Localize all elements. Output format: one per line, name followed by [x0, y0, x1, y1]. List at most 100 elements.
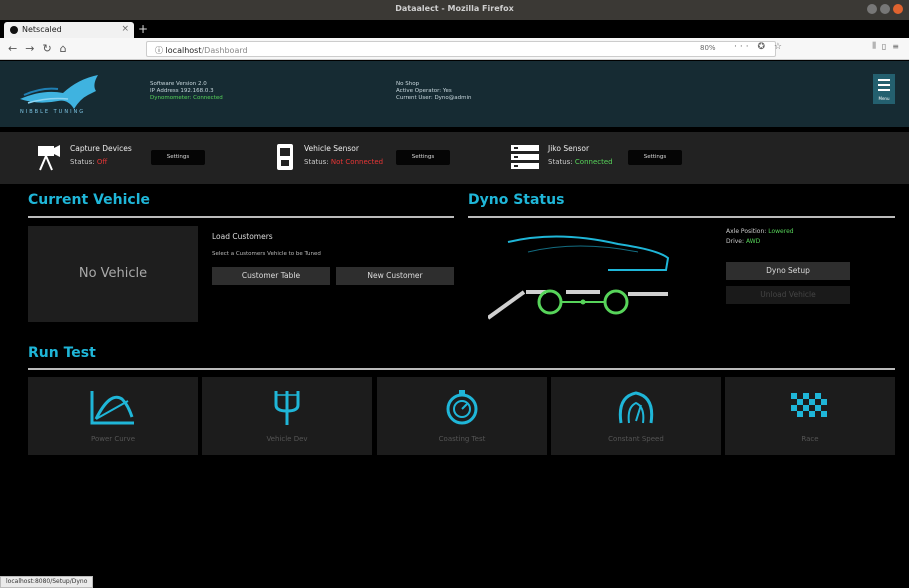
section-divider: [28, 216, 454, 218]
checkered-flag-icon: [791, 393, 827, 417]
url-path: /Dashboard: [201, 46, 248, 55]
dyno-diagram-icon: [488, 235, 670, 320]
nav-controls: ← → ↻ ⌂: [8, 42, 67, 55]
reload-icon[interactable]: ↻: [42, 42, 51, 55]
info-line: No Shop: [396, 81, 420, 87]
tab-title: Netscaled: [22, 25, 62, 34]
section-divider: [468, 216, 895, 218]
app-window: Dataalect - Mozilla Firefox Netscaled × …: [0, 0, 909, 588]
window-title: Dataalect - Mozilla Firefox: [395, 4, 514, 13]
jiko-settings-button[interactable]: Settings: [628, 150, 682, 165]
new-tab-icon[interactable]: +: [138, 22, 148, 36]
load-customers-title: Load Customers: [212, 232, 273, 241]
info-line: Active Operator: Yes: [396, 88, 452, 94]
axle-position: Axle Position: Lowered: [726, 228, 794, 235]
menu-label: Menu: [878, 96, 890, 101]
status-bar-url: localhost:8080/Setup/Dyno: [0, 576, 94, 588]
zoom-level[interactable]: 80%: [700, 44, 716, 52]
status-label: Status:: [304, 158, 329, 166]
info-line: Current User: Dyno@admin: [396, 95, 472, 101]
sensor-status: Status: Connected: [548, 158, 613, 166]
load-customers-subtitle: Select a Customers Vehicle to be Tuned: [212, 251, 321, 257]
run-test-title: Run Test: [28, 345, 96, 361]
test-tile-power-curve[interactable]: Power Curve: [28, 377, 198, 455]
test-tile-race[interactable]: Race: [725, 377, 895, 455]
hamburger-icon[interactable]: ≡: [892, 42, 899, 51]
home-icon[interactable]: ⌂: [60, 42, 67, 55]
logo-text: NIBBLE TUNING: [20, 109, 86, 115]
sensor-name: Vehicle Sensor: [304, 144, 359, 153]
capture-settings-button[interactable]: Settings: [151, 150, 205, 165]
status-value: Not Connected: [330, 158, 384, 166]
sensor-status: Status: Off: [70, 158, 107, 166]
no-vehicle-placeholder: No Vehicle: [28, 226, 198, 322]
menu-button[interactable]: Menu: [873, 74, 895, 104]
dyno-status-title: Dyno Status: [468, 192, 565, 208]
os-titlebar: Dataalect - Mozilla Firefox: [0, 0, 909, 20]
url-host: localhost: [165, 46, 202, 55]
minimize-button[interactable]: [867, 4, 877, 14]
tile-label: Vehicle Dev: [266, 435, 308, 443]
test-tile-constant-speed[interactable]: Constant Speed: [551, 377, 721, 455]
axle-label: Axle Position:: [726, 228, 767, 235]
window-controls: [867, 4, 903, 14]
drive-type: Drive: AWD: [726, 238, 760, 245]
menu-bar-icon: [878, 84, 890, 86]
close-window-button[interactable]: [893, 4, 903, 14]
sensor-name: Capture Devices: [70, 144, 132, 153]
info-line: Dynomometer: Connected: [150, 95, 223, 101]
forward-icon[interactable]: →: [25, 42, 34, 55]
camera-tripod-icon: [38, 145, 60, 171]
status-label: Status:: [548, 158, 573, 166]
status-value: Off: [96, 158, 108, 166]
test-tile-vehicle-dev[interactable]: Vehicle Dev: [202, 377, 372, 455]
section-divider: [28, 368, 895, 370]
unload-vehicle-button[interactable]: Unload Vehicle: [726, 286, 850, 304]
sensor-vehicle: Vehicle Sensor Status: Not Connected Set…: [260, 132, 500, 184]
sensor-jiko: Jiko Sensor Status: Connected Settings: [500, 132, 720, 184]
axle-value: Lowered: [768, 228, 794, 235]
drive-label: Drive:: [726, 238, 745, 245]
gauge-icon: [618, 391, 654, 424]
tile-label: Power Curve: [90, 435, 136, 443]
fork-icon: [274, 391, 300, 425]
menu-bar-icon: [878, 89, 890, 91]
obd-device-icon: [277, 144, 293, 170]
info-line: IP Address 192.168.0.3: [150, 88, 214, 94]
power-curve-icon: [90, 391, 134, 425]
tile-label: Constant Speed: [608, 435, 664, 443]
customer-table-button[interactable]: Customer Table: [212, 267, 330, 285]
sensor-capture-devices: Capture Devices Status: Off Settings: [0, 132, 260, 184]
drive-value: AWD: [745, 238, 761, 245]
new-customer-button[interactable]: New Customer: [336, 267, 454, 285]
vehicle-settings-button[interactable]: Settings: [396, 150, 450, 165]
info-icon[interactable]: ⓘ: [155, 46, 166, 55]
back-icon[interactable]: ←: [8, 42, 17, 55]
sensor-status: Status: Not Connected: [304, 158, 383, 166]
stopwatch-icon: [446, 390, 478, 425]
toolbar-right: ⫼ ▯ ≡: [872, 41, 899, 51]
sensor-name: Jiko Sensor: [548, 144, 590, 153]
url-input[interactable]: ⓘ localhost/Dashboard: [146, 41, 776, 57]
status-value: Connected: [574, 158, 613, 166]
app-header: NIBBLE TUNING Software Version 2.0 IP Ad…: [0, 61, 909, 127]
status-label: Status:: [70, 158, 95, 166]
system-info: Software Version 2.0 IP Address 192.168.…: [150, 81, 223, 102]
page-actions-icon[interactable]: ··· ✪ ☆: [734, 42, 785, 52]
dyno-setup-button[interactable]: Dyno Setup: [726, 262, 850, 280]
menu-bar-icon: [878, 79, 890, 81]
shop-info: No Shop Active Operator: Yes Current Use…: [396, 81, 472, 102]
library-icon[interactable]: ⫼: [872, 41, 876, 51]
tile-label: Coasting Test: [438, 435, 486, 443]
maximize-button[interactable]: [880, 4, 890, 14]
test-tile-coasting[interactable]: Coasting Test: [377, 377, 547, 455]
tile-label: Race: [801, 435, 819, 443]
sensor-bar: Capture Devices Status: Off Settings Veh…: [0, 132, 909, 184]
tab-close-icon[interactable]: ×: [121, 24, 129, 34]
browser-tab[interactable]: Netscaled ×: [4, 22, 134, 38]
sidebar-icon[interactable]: ▯: [882, 42, 886, 51]
current-vehicle-title: Current Vehicle: [28, 192, 151, 208]
info-line: Software Version 2.0: [150, 81, 207, 87]
favicon-icon: [10, 26, 18, 34]
server-rack-icon: [511, 145, 539, 169]
